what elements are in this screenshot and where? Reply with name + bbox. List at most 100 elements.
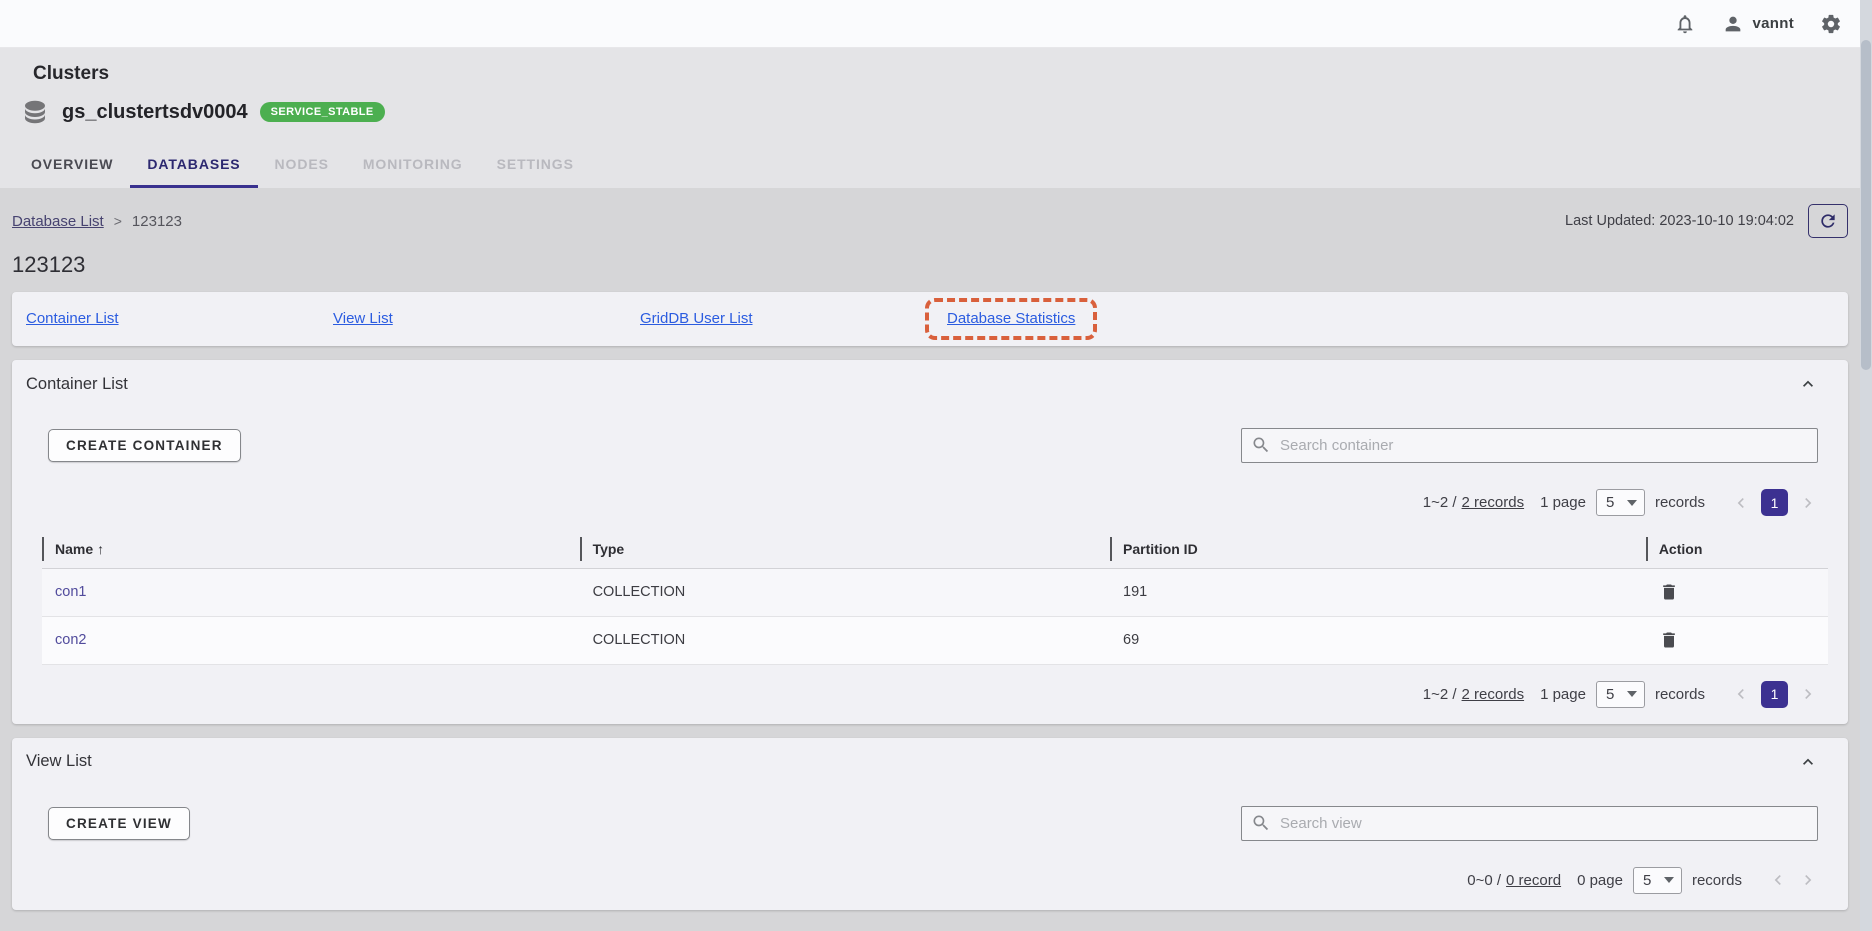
chevron-right-icon	[1798, 870, 1818, 890]
chevron-up-icon	[1798, 374, 1818, 394]
page-number-button[interactable]: 1	[1761, 681, 1788, 708]
tab-overview[interactable]: OVERVIEW	[14, 143, 130, 188]
page-size-value: 5	[1643, 872, 1651, 889]
sort-asc-icon: ↑	[97, 541, 104, 557]
chevron-left-icon	[1731, 493, 1751, 513]
user-menu[interactable]: vannt	[1722, 13, 1794, 35]
container-list-section: Container List CREATE CONTAINER 1~2 / 2 …	[12, 360, 1848, 724]
next-page-button[interactable]	[1798, 870, 1818, 890]
scrollbar-thumb[interactable]	[1861, 40, 1871, 370]
column-header-type[interactable]: Type	[580, 530, 1110, 568]
delete-container-button[interactable]	[1659, 630, 1679, 650]
user-icon	[1722, 13, 1744, 35]
create-container-button[interactable]: CREATE CONTAINER	[48, 429, 241, 462]
scrollbar[interactable]	[1860, 0, 1872, 931]
page-size-select[interactable]: 5	[1596, 489, 1645, 516]
search-container-input[interactable]	[1241, 428, 1818, 463]
container-name-link[interactable]: con2	[42, 616, 580, 664]
search-icon	[1251, 813, 1271, 833]
settings-button[interactable]	[1820, 13, 1842, 35]
griddb-user-list-link[interactable]: GridDB User List	[640, 310, 753, 327]
column-header-action: Action	[1646, 530, 1828, 568]
username: vannt	[1752, 15, 1794, 32]
database-statistics-link[interactable]: Database Statistics	[947, 310, 1075, 327]
update-area: Last Updated: 2023-10-10 19:04:02	[1565, 204, 1848, 238]
status-badge: SERVICE_STABLE	[260, 102, 385, 122]
bell-icon	[1674, 13, 1696, 35]
view-list-link[interactable]: View List	[333, 310, 393, 327]
view-pagination: 0~0 / 0 record 0 page 5 records	[26, 867, 1818, 894]
chevron-right-icon	[1798, 684, 1818, 704]
chevron-left-icon	[1768, 870, 1788, 890]
column-header-name[interactable]: Name↑	[42, 530, 580, 568]
container-type: COLLECTION	[580, 616, 1110, 664]
prev-page-button[interactable]	[1731, 493, 1751, 513]
cluster-header: Clusters gs_clustertsdv0004 SERVICE_STAB…	[0, 48, 1872, 188]
chevron-down-icon	[1627, 691, 1637, 697]
records-label: records	[1692, 872, 1742, 889]
main-content: Database List > 123123 Last Updated: 202…	[0, 188, 1872, 910]
create-view-button[interactable]: CREATE VIEW	[48, 807, 190, 840]
chevron-down-icon	[1664, 877, 1674, 883]
delete-container-button[interactable]	[1659, 582, 1679, 602]
container-pagination-bottom: 1~2 / 2 records 1 page 5 records 1	[26, 681, 1818, 708]
table-row: con2 COLLECTION 69	[42, 616, 1828, 664]
container-list-link[interactable]: Container List	[26, 310, 119, 327]
section-title-container-list: Container List	[26, 375, 128, 394]
cluster-name: gs_clustertsdv0004	[62, 101, 248, 124]
notifications-button[interactable]	[1674, 13, 1696, 35]
record-range: 0~0 /	[1467, 872, 1501, 889]
page-info: 1 page	[1540, 686, 1586, 703]
next-page-button[interactable]	[1798, 493, 1818, 513]
breadcrumb-row: Database List > 123123 Last Updated: 202…	[12, 188, 1848, 238]
page-number-button[interactable]: 1	[1761, 489, 1788, 516]
container-name-link[interactable]: con1	[42, 568, 580, 616]
record-range: 1~2 /	[1423, 686, 1457, 703]
quick-links-card: Container List View List GridDB User Lis…	[12, 292, 1848, 346]
page-size-value: 5	[1606, 494, 1614, 511]
container-partition-id: 191	[1110, 568, 1646, 616]
next-page-button[interactable]	[1798, 684, 1818, 704]
collapse-view-section-button[interactable]	[1798, 752, 1818, 772]
refresh-icon	[1818, 211, 1838, 231]
records-count-link[interactable]: 2 records	[1462, 494, 1525, 511]
topbar: vannt	[0, 0, 1872, 48]
chevron-left-icon	[1731, 684, 1751, 704]
tab-nodes[interactable]: NODES	[258, 143, 346, 188]
chevron-right-icon	[1798, 493, 1818, 513]
records-label: records	[1655, 686, 1705, 703]
database-icon	[20, 97, 50, 127]
table-row: con1 COLLECTION 191	[42, 568, 1828, 616]
page-info: 1 page	[1540, 494, 1586, 511]
tab-monitoring[interactable]: MONITORING	[346, 143, 480, 188]
records-count-link[interactable]: 2 records	[1462, 686, 1525, 703]
chevron-up-icon	[1798, 752, 1818, 772]
container-partition-id: 69	[1110, 616, 1646, 664]
page-section-title: Clusters	[0, 61, 1872, 87]
breadcrumb: Database List > 123123	[12, 213, 182, 230]
tab-bar: OVERVIEW DATABASES NODES MONITORING SETT…	[0, 143, 1872, 188]
record-range: 1~2 /	[1423, 494, 1457, 511]
collapse-container-section-button[interactable]	[1798, 374, 1818, 394]
gear-icon	[1820, 13, 1842, 35]
prev-page-button[interactable]	[1731, 684, 1751, 704]
page-size-value: 5	[1606, 686, 1614, 703]
page-size-select[interactable]: 5	[1633, 867, 1682, 894]
search-view-input[interactable]	[1241, 806, 1818, 841]
refresh-button[interactable]	[1808, 204, 1848, 238]
view-list-section: View List CREATE VIEW 0~0 / 0 record 0 p…	[12, 738, 1848, 910]
breadcrumb-database-list-link[interactable]: Database List	[12, 213, 104, 230]
section-title-view-list: View List	[26, 752, 92, 771]
prev-page-button[interactable]	[1768, 870, 1788, 890]
chevron-down-icon	[1627, 500, 1637, 506]
column-header-partition-id[interactable]: Partition ID	[1110, 530, 1646, 568]
tab-databases[interactable]: DATABASES	[130, 143, 257, 188]
page-info: 0 page	[1577, 872, 1623, 889]
page-title: 123123	[12, 252, 1848, 278]
cluster-row: gs_clustertsdv0004 SERVICE_STABLE	[0, 95, 1872, 129]
page-size-select[interactable]: 5	[1596, 681, 1645, 708]
container-type: COLLECTION	[580, 568, 1110, 616]
container-search	[1241, 428, 1818, 463]
tab-settings[interactable]: SETTINGS	[480, 143, 591, 188]
records-count-link[interactable]: 0 record	[1506, 872, 1561, 889]
